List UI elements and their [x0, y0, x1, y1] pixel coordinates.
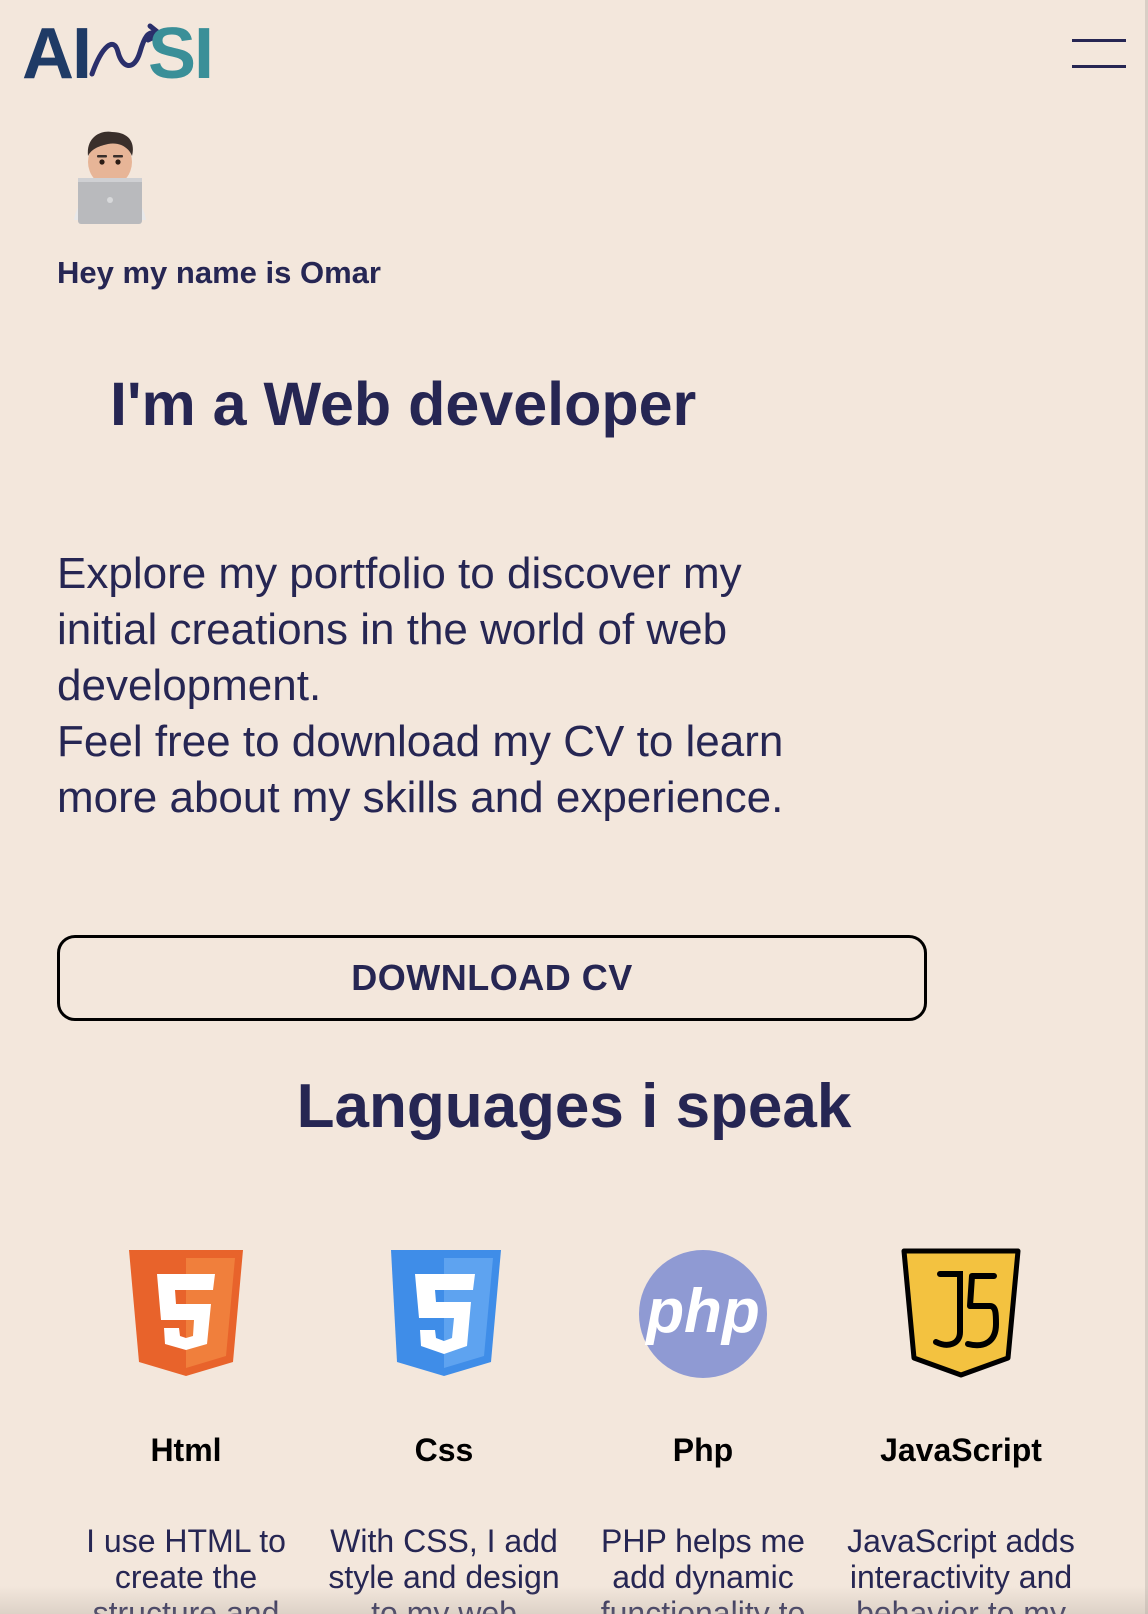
language-card-php: php Php PHP helps me add dynamic functio… — [587, 1248, 819, 1614]
menu-button[interactable] — [1068, 36, 1126, 74]
html5-icon — [129, 1250, 243, 1376]
greeting-text: Hey my name is Omar — [57, 255, 381, 290]
intro-line: more about my skills and experience. — [57, 773, 784, 822]
language-card-javascript: JavaScript JavaScript adds interactivity… — [845, 1248, 1077, 1614]
site-logo[interactable]: AI SI — [22, 16, 224, 86]
svg-text:AI: AI — [22, 16, 90, 86]
page-title: I'm a Web developer — [110, 370, 697, 438]
intro-line: Feel free to download my CV to learn — [57, 717, 784, 766]
intro-paragraph: Explore my portfolio to discover my init… — [57, 546, 917, 826]
download-cv-button[interactable]: DOWNLOAD CV — [57, 935, 927, 1021]
svg-text:php: php — [644, 1277, 760, 1346]
languages-section-title: Languages i speak — [296, 1072, 852, 1141]
javascript-icon — [901, 1248, 1021, 1378]
language-card-html: Html I use HTML to create the structure … — [70, 1248, 302, 1614]
css3-icon — [391, 1250, 501, 1376]
language-name: Php — [672, 1432, 734, 1468]
language-card-css: Css With CSS, I add style and design to … — [328, 1248, 560, 1614]
language-description: I use HTML to create the structure and — [86, 1523, 286, 1614]
avatar — [74, 131, 146, 224]
intro-line: development. — [57, 661, 322, 710]
language-description: PHP helps me add dynamic functionality t… — [600, 1523, 806, 1614]
intro-line: Explore my portfolio to discover my — [57, 549, 742, 598]
php-icon: php — [639, 1250, 767, 1378]
language-name: Html — [150, 1432, 222, 1468]
hamburger-menu-icon-bar — [1072, 39, 1126, 42]
language-description: With CSS, I add style and design to my w… — [328, 1523, 560, 1614]
language-name: Css — [414, 1432, 474, 1468]
language-description: JavaScript adds interactivity and behavi… — [847, 1523, 1075, 1614]
page: AI SI Hey my name is Omar I'm a Web deve… — [0, 0, 1148, 1614]
svg-text:SI: SI — [148, 16, 212, 86]
hamburger-menu-icon-bar — [1072, 65, 1126, 68]
intro-line: initial creations in the world of web — [57, 605, 728, 654]
language-name: JavaScript — [880, 1432, 1042, 1468]
